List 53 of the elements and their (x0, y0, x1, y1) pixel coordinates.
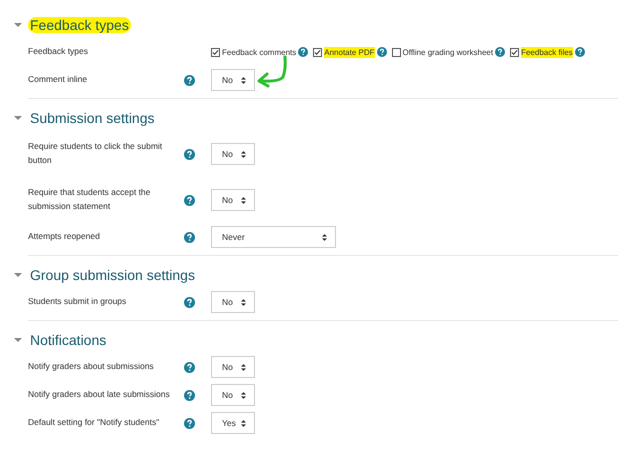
section-heading: Feedback types (28, 17, 131, 33)
select-field[interactable]: No (211, 69, 255, 91)
select-field[interactable]: No (211, 384, 255, 406)
section-heading: Group submission settings (29, 267, 196, 283)
help-icon[interactable] (376, 47, 387, 57)
checkbox-label[interactable]: Feedback files (521, 46, 573, 58)
collapse-icon[interactable] (14, 114, 22, 122)
select-field[interactable]: No (211, 356, 255, 378)
collapse-icon[interactable] (14, 271, 22, 279)
setting-label: Notify graders about submissions (28, 360, 155, 374)
collapse-icon[interactable] (14, 21, 22, 29)
checkbox[interactable] (392, 48, 401, 56)
help-icon[interactable] (184, 362, 195, 372)
setting-label: Require that students accept the submission statement (28, 186, 152, 213)
help-icon[interactable] (184, 418, 195, 428)
checkbox-label[interactable]: Annotate PDF (324, 46, 375, 58)
help-icon[interactable] (184, 296, 195, 308)
select-field[interactable]: No (211, 291, 255, 313)
checkbox-label[interactable]: Offline grading worksheet (402, 46, 494, 58)
setting-label: Attempts reopened (28, 230, 101, 244)
setting-label: Comment inline (28, 73, 88, 86)
sort-caret-icon (241, 420, 246, 426)
sort-caret-icon (322, 234, 327, 240)
select-field[interactable]: Yes (211, 412, 255, 434)
sort-caret-icon (241, 76, 246, 84)
sort-caret-icon (241, 196, 246, 204)
setting-label: Notify graders about late submissions (28, 388, 171, 402)
section-heading: Notifications (29, 332, 108, 348)
help-icon[interactable] (184, 74, 195, 86)
setting-label: Default setting for "Notify students" (28, 416, 160, 430)
help-icon[interactable] (574, 47, 585, 57)
checkbox[interactable] (313, 48, 322, 56)
help-icon[interactable] (184, 390, 195, 400)
sort-caret-icon (241, 392, 246, 398)
setting-label: Students submit in groups (28, 295, 128, 308)
select-field[interactable]: No (211, 189, 255, 211)
sort-caret-icon (241, 298, 246, 306)
checkbox[interactable] (510, 48, 520, 56)
help-icon[interactable] (495, 47, 506, 57)
select-field[interactable]: No (211, 143, 255, 165)
setting-label: Feedback types (28, 45, 90, 58)
section-heading: Submission settings (29, 110, 156, 126)
collapse-icon[interactable] (14, 336, 22, 344)
help-icon[interactable] (298, 47, 308, 57)
sort-caret-icon (241, 150, 246, 158)
sort-caret-icon (241, 364, 246, 370)
help-icon[interactable] (184, 194, 195, 206)
checkbox[interactable] (211, 48, 220, 56)
checkbox-label[interactable]: Feedback comments (222, 46, 296, 58)
setting-label: Require students to click the submit button (28, 140, 164, 167)
help-icon[interactable] (184, 232, 195, 242)
select-field[interactable]: Never (211, 226, 336, 248)
help-icon[interactable] (184, 148, 195, 160)
